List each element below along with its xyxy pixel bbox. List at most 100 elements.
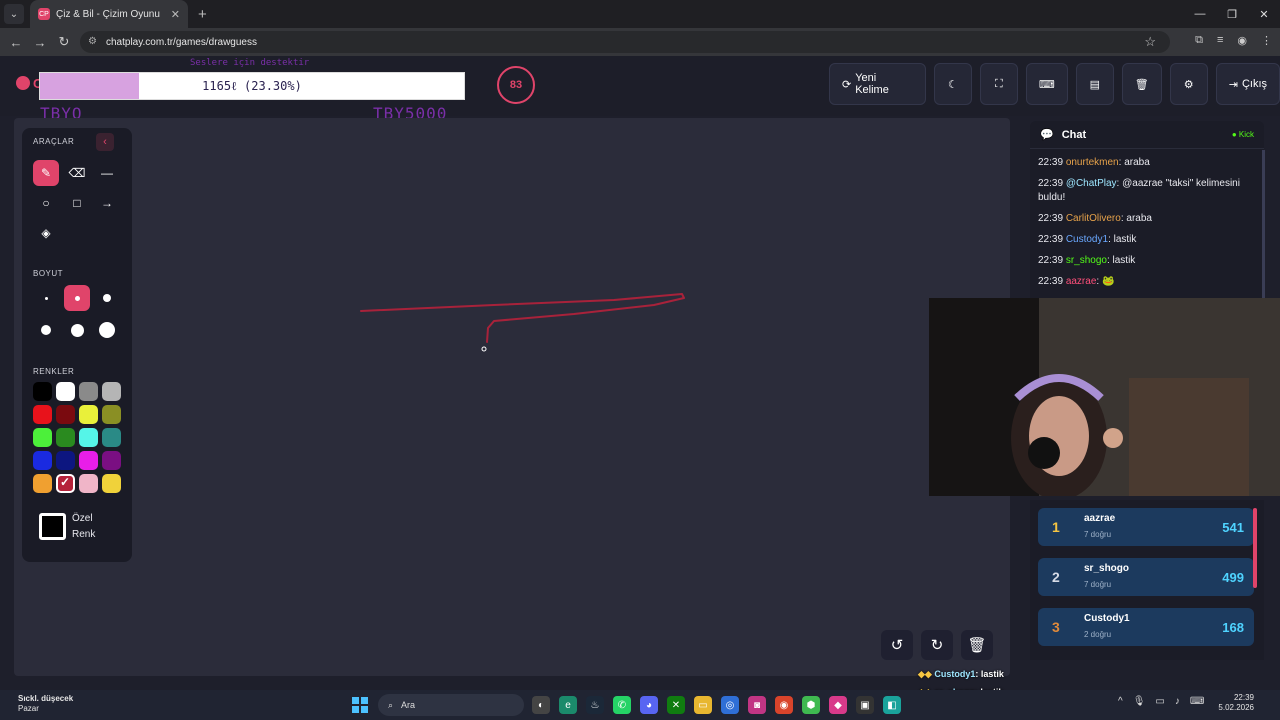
site-info-icon[interactable]: ⚙ bbox=[88, 36, 97, 47]
reload-icon[interactable]: ↻ bbox=[52, 34, 76, 50]
start-button[interactable] bbox=[352, 697, 368, 713]
color-swatch[interactable] bbox=[33, 428, 52, 447]
drawing-canvas[interactable] bbox=[14, 118, 1010, 676]
minimize-icon[interactable]: — bbox=[1184, 0, 1216, 28]
taskbar-search[interactable]: ⌕ Ara bbox=[378, 694, 524, 716]
color-swatch[interactable] bbox=[79, 405, 98, 424]
undo-button[interactable]: ↺ bbox=[881, 630, 913, 660]
dark-mode-button[interactable]: ☾ bbox=[933, 63, 972, 105]
close-window-icon[interactable]: ✕ bbox=[1248, 0, 1280, 28]
archive-button[interactable]: ▤ bbox=[1075, 63, 1114, 105]
whatsapp-icon[interactable]: ✆ bbox=[613, 696, 631, 714]
taskbar-clock[interactable]: 22:39 5.02.2026 bbox=[1218, 693, 1254, 713]
message-user[interactable]: sr_shogo bbox=[1066, 255, 1107, 266]
fullscreen-button[interactable]: ⛶ bbox=[979, 63, 1018, 105]
chevron-up-icon[interactable]: ^ bbox=[1118, 696, 1123, 707]
rectangle-tool[interactable]: □ bbox=[64, 190, 90, 216]
profile-avatar-icon[interactable]: ◉ bbox=[1237, 34, 1247, 47]
weather-widget[interactable]: Sıckl. düşecek Pazar bbox=[18, 694, 73, 714]
size-xxl-button[interactable] bbox=[94, 317, 120, 343]
app-icon-pink[interactable]: ◆ bbox=[829, 696, 847, 714]
color-swatch[interactable] bbox=[33, 382, 52, 401]
app-icon-dark[interactable]: ▣ bbox=[856, 696, 874, 714]
volume-icon[interactable]: ♪ bbox=[1175, 696, 1180, 707]
leaderboard-scrollbar[interactable] bbox=[1253, 508, 1257, 588]
maximize-icon[interactable]: ❐ bbox=[1216, 0, 1248, 28]
xbox-icon[interactable]: ✕ bbox=[667, 696, 685, 714]
redo-button[interactable]: ↻ bbox=[921, 630, 953, 660]
chat-panel: 💬 Chat ● Kick 22:39 onurtekmen: araba 22:… bbox=[1030, 121, 1264, 299]
color-swatch[interactable] bbox=[102, 428, 121, 447]
collapse-panel-button[interactable]: ‹ bbox=[96, 133, 114, 151]
app-icon-1[interactable]: ◐ bbox=[532, 696, 550, 714]
new-word-button[interactable]: ⟳ Yeni Kelime bbox=[829, 63, 926, 105]
message-user[interactable]: @ChatPlay bbox=[1066, 178, 1117, 189]
color-swatch[interactable] bbox=[79, 428, 98, 447]
color-swatch[interactable] bbox=[79, 382, 98, 401]
app-icon-green[interactable]: ⬢ bbox=[802, 696, 820, 714]
color-swatch[interactable] bbox=[102, 474, 121, 493]
extensions-icon[interactable]: ⧉ bbox=[1195, 34, 1203, 47]
message-user[interactable]: aazrae bbox=[1066, 276, 1097, 287]
tab-list-button[interactable]: ⌄ bbox=[4, 4, 24, 24]
color-swatch[interactable] bbox=[102, 451, 121, 470]
instagram-icon[interactable]: ◙ bbox=[748, 696, 766, 714]
keyboard-button[interactable]: ⌨ bbox=[1025, 63, 1068, 105]
file-explorer-icon[interactable]: ▭ bbox=[694, 696, 712, 714]
size-m-button[interactable] bbox=[94, 285, 120, 311]
bookmark-star-icon[interactable]: ☆ bbox=[1144, 34, 1156, 50]
close-tab-icon[interactable]: ✕ bbox=[171, 8, 180, 21]
exit-button[interactable]: ⇥ Çıkış bbox=[1215, 63, 1280, 105]
circle-tool[interactable]: ○ bbox=[33, 190, 59, 216]
forward-icon[interactable]: → bbox=[28, 35, 52, 50]
size-s-button[interactable] bbox=[64, 285, 90, 311]
keyboard-layout-icon[interactable]: ⌨ bbox=[1190, 696, 1204, 707]
color-swatch[interactable] bbox=[56, 451, 75, 470]
line-tool[interactable]: — bbox=[94, 160, 120, 186]
delete-button[interactable]: 🗑 bbox=[1121, 63, 1162, 105]
message-user[interactable]: CarlitOlivero bbox=[1066, 213, 1121, 224]
color-swatch[interactable] bbox=[33, 451, 52, 470]
fill-tool[interactable]: ◈ bbox=[33, 220, 59, 246]
clear-canvas-button[interactable]: 🗑 bbox=[961, 630, 993, 660]
browser-menu-icon[interactable]: ⋮ bbox=[1261, 34, 1272, 47]
pen-tool[interactable]: ✎ bbox=[33, 160, 59, 186]
browser-tab[interactable]: CP Çiz & Bil - Çizim Oyunu ✕ bbox=[30, 0, 188, 28]
color-swatch[interactable]: ✓ bbox=[56, 474, 75, 493]
size-xl-button[interactable] bbox=[64, 317, 90, 343]
color-swatch[interactable] bbox=[79, 474, 98, 493]
chat-message-list[interactable]: 22:39 onurtekmen: araba 22:39 @ChatPlay: … bbox=[1030, 156, 1264, 289]
back-icon[interactable]: ← bbox=[4, 35, 28, 50]
edge-icon[interactable]: e bbox=[559, 696, 577, 714]
network-icon[interactable]: ▭ bbox=[1155, 696, 1164, 707]
color-swatch[interactable] bbox=[33, 474, 52, 493]
color-swatch[interactable] bbox=[102, 405, 121, 424]
color-swatch[interactable] bbox=[56, 382, 75, 401]
app-icon-teal[interactable]: ◧ bbox=[883, 696, 901, 714]
chrome-icon[interactable]: ◉ bbox=[775, 696, 793, 714]
eraser-tool[interactable]: ⌫ bbox=[64, 160, 90, 186]
microphone-icon[interactable]: 🎙 bbox=[1133, 696, 1146, 707]
steam-icon[interactable]: ♨ bbox=[586, 696, 604, 714]
chat-scrollbar[interactable] bbox=[1262, 150, 1265, 300]
size-l-button[interactable] bbox=[33, 317, 59, 343]
size-xs-button[interactable] bbox=[33, 285, 59, 311]
url-field[interactable]: ⚙ chatplay.com.tr/games/drawguess ☆ bbox=[80, 31, 1170, 53]
player-score: 168 bbox=[1222, 620, 1244, 635]
color-swatch[interactable] bbox=[56, 428, 75, 447]
color-swatch[interactable] bbox=[79, 451, 98, 470]
custom-color-button[interactable] bbox=[39, 513, 66, 540]
message-user[interactable]: Custody1 bbox=[1066, 234, 1108, 245]
url-text: chatplay.com.tr/games/drawguess bbox=[106, 36, 257, 48]
discord-icon[interactable]: ◕ bbox=[640, 696, 658, 714]
browser-icon[interactable]: ◎ bbox=[721, 696, 739, 714]
media-icon[interactable]: ≡ bbox=[1217, 34, 1223, 47]
settings-button[interactable]: ⚙ bbox=[1169, 63, 1208, 105]
color-swatch[interactable] bbox=[102, 382, 121, 401]
message-text: araba bbox=[1126, 213, 1152, 224]
message-user[interactable]: onurtekmen bbox=[1066, 157, 1119, 168]
new-tab-button[interactable]: + bbox=[198, 6, 207, 23]
color-swatch[interactable] bbox=[33, 405, 52, 424]
arrow-tool[interactable]: → bbox=[94, 190, 120, 216]
color-swatch[interactable] bbox=[56, 405, 75, 424]
